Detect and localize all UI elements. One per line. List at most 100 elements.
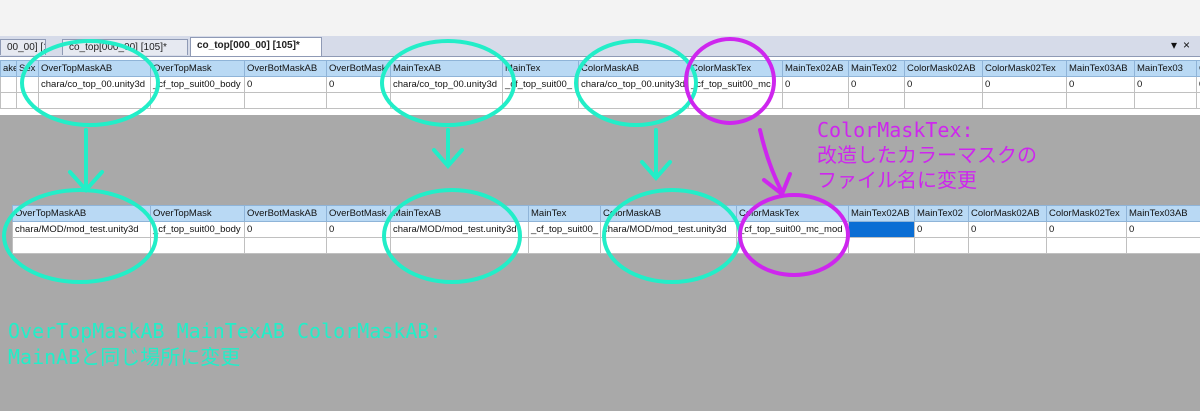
grid-cell-1[interactable]: _cf_top_suit00_body bbox=[150, 221, 245, 238]
grid-cell-5[interactable]: 0 bbox=[326, 76, 391, 93]
column-header-11[interactable]: MainTex02 bbox=[848, 60, 905, 77]
grid-cell-empty[interactable] bbox=[150, 237, 245, 254]
grid-cell-empty[interactable] bbox=[968, 237, 1047, 254]
table-row-empty[interactable] bbox=[12, 237, 1200, 254]
grid-cell-empty[interactable] bbox=[390, 237, 529, 254]
grid-cell-empty[interactable] bbox=[390, 92, 503, 109]
grid-cell-empty[interactable] bbox=[528, 237, 601, 254]
grid-cell-4[interactable]: chara/MOD/mod_test.unity3d bbox=[390, 221, 529, 238]
column-header-4[interactable]: OverBotMaskAB bbox=[244, 60, 327, 77]
grid-cell-empty[interactable] bbox=[12, 237, 151, 254]
column-header-7[interactable]: MainTex bbox=[502, 60, 579, 77]
table-row[interactable]: chara/co_top_00.unity3d _cf_top_suit00_bo… bbox=[0, 76, 1200, 93]
grid-cell-12[interactable]: 0 bbox=[1126, 221, 1200, 238]
column-header-5[interactable]: MainTex bbox=[528, 205, 601, 222]
grid-cell-empty[interactable] bbox=[1126, 237, 1200, 254]
grid-cell-7[interactable]: _cf_top_suit00_ bbox=[502, 76, 579, 93]
grid-cell-empty[interactable] bbox=[688, 92, 783, 109]
column-header-3[interactable]: OverBotMask bbox=[326, 205, 391, 222]
column-header-9[interactable]: MainTex02 bbox=[914, 205, 969, 222]
grid-cell-empty[interactable] bbox=[1066, 92, 1135, 109]
grid-cell-empty[interactable] bbox=[150, 92, 245, 109]
grid-cell-11[interactable]: 0 bbox=[848, 76, 905, 93]
column-header-15[interactable]: MainTex03 bbox=[1134, 60, 1197, 77]
grid-cell-empty[interactable] bbox=[578, 92, 689, 109]
grid-cell-13[interactable]: 0 bbox=[982, 76, 1067, 93]
grid-cell-2[interactable]: 0 bbox=[244, 221, 327, 238]
grid-cell-2[interactable]: chara/co_top_00.unity3d bbox=[38, 76, 151, 93]
grid-cell-empty[interactable] bbox=[326, 237, 391, 254]
column-header-11[interactable]: ColorMask02Tex bbox=[1046, 205, 1127, 222]
grid-cell-8[interactable] bbox=[848, 221, 915, 238]
column-header-0[interactable]: OverTopMaskAB bbox=[12, 205, 151, 222]
column-header-7[interactable]: ColorMaskTex bbox=[736, 205, 849, 222]
grid-cell-empty[interactable] bbox=[904, 92, 983, 109]
close-icon[interactable]: × bbox=[1183, 38, 1190, 52]
grid-cell-10[interactable]: 0 bbox=[968, 221, 1047, 238]
grid-cell-10[interactable]: 0 bbox=[782, 76, 849, 93]
column-header-2[interactable]: OverBotMaskAB bbox=[244, 205, 327, 222]
column-header-6[interactable]: MainTexAB bbox=[390, 60, 503, 77]
grid-cell-empty[interactable] bbox=[848, 92, 905, 109]
grid-cell-empty[interactable] bbox=[736, 237, 849, 254]
grid-cell-empty[interactable] bbox=[914, 237, 969, 254]
tab-2[interactable]: co_top[000_00] [105]* bbox=[62, 39, 188, 55]
column-header-8[interactable]: ColorMaskAB bbox=[578, 60, 689, 77]
grid-cell-1[interactable] bbox=[16, 76, 39, 93]
column-header-1[interactable]: OverTopMask bbox=[150, 205, 245, 222]
column-header-9[interactable]: ColorMaskTex bbox=[688, 60, 783, 77]
column-header-12[interactable]: MainTex03AB bbox=[1126, 205, 1200, 222]
grid-cell-12[interactable]: 0 bbox=[904, 76, 983, 93]
grid-cell-9[interactable]: 0 bbox=[914, 221, 969, 238]
grid-cell-3[interactable]: 0 bbox=[326, 221, 391, 238]
tab-1[interactable]: 00_00] [105] bbox=[0, 39, 46, 55]
arrow-down-colormasktex bbox=[758, 128, 792, 198]
grid-cell-3[interactable]: _cf_top_suit00_body bbox=[150, 76, 245, 93]
grid-cell-0[interactable] bbox=[0, 76, 17, 93]
grid-cell-empty[interactable] bbox=[1196, 92, 1200, 109]
grid-cell-6[interactable]: chara/MOD/mod_test.unity3d bbox=[600, 221, 737, 238]
grid-cell-9[interactable]: _cf_top_suit00_mc bbox=[688, 76, 783, 93]
column-header-4[interactable]: MainTexAB bbox=[390, 205, 529, 222]
grid-cell-empty[interactable] bbox=[502, 92, 579, 109]
grid-cell-empty[interactable] bbox=[38, 92, 151, 109]
grid-cell-6[interactable]: chara/co_top_00.unity3d bbox=[390, 76, 503, 93]
grid-cell-empty[interactable] bbox=[0, 92, 17, 109]
grid-cell-empty[interactable] bbox=[244, 92, 327, 109]
tab-active[interactable]: co_top[000_00] [105]* bbox=[190, 37, 322, 56]
tab-list-dropdown-icon[interactable]: ▾ × bbox=[1171, 38, 1190, 52]
table-row[interactable]: chara/MOD/mod_test.unity3d _cf_top_suit00… bbox=[12, 221, 1200, 238]
table-row-empty[interactable] bbox=[0, 92, 1200, 109]
column-header-12[interactable]: ColorMask02AB bbox=[904, 60, 983, 77]
grid-cell-empty[interactable] bbox=[982, 92, 1067, 109]
column-header-13[interactable]: ColorMask02Tex bbox=[982, 60, 1067, 77]
grid-cell-15[interactable]: 0 bbox=[1134, 76, 1197, 93]
column-header-3[interactable]: OverTopMask bbox=[150, 60, 245, 77]
grid-cell-11[interactable]: 0 bbox=[1046, 221, 1127, 238]
column-header-1[interactable]: Sex bbox=[16, 60, 39, 77]
grid-cell-5[interactable]: _cf_top_suit00_ bbox=[528, 221, 601, 238]
column-header-8[interactable]: MainTex02AB bbox=[848, 205, 915, 222]
column-header-0[interactable]: ake bbox=[0, 60, 17, 77]
grid-cell-empty[interactable] bbox=[326, 92, 391, 109]
column-header-10[interactable]: MainTex02AB bbox=[782, 60, 849, 77]
column-header-6[interactable]: ColorMaskAB bbox=[600, 205, 737, 222]
grid-cell-empty[interactable] bbox=[848, 237, 915, 254]
grid-cell-7[interactable]: _cf_top_suit00_mc_mod bbox=[736, 221, 849, 238]
grid-cell-14[interactable]: 0 bbox=[1066, 76, 1135, 93]
column-header-5[interactable]: OverBotMask bbox=[326, 60, 391, 77]
grid-cell-empty[interactable] bbox=[782, 92, 849, 109]
grid-cell-8[interactable]: chara/co_top_00.unity3d bbox=[578, 76, 689, 93]
column-header-10[interactable]: ColorMask02AB bbox=[968, 205, 1047, 222]
grid-cell-0[interactable]: chara/MOD/mod_test.unity3d bbox=[12, 221, 151, 238]
grid-cell-4[interactable]: 0 bbox=[244, 76, 327, 93]
grid-cell-empty[interactable] bbox=[1046, 237, 1127, 254]
grid-cell-empty[interactable] bbox=[244, 237, 327, 254]
grid-cell-empty[interactable] bbox=[600, 237, 737, 254]
column-header-2[interactable]: OverTopMaskAB bbox=[38, 60, 151, 77]
column-header-16[interactable]: Co bbox=[1196, 60, 1200, 77]
grid-cell-empty[interactable] bbox=[1134, 92, 1197, 109]
column-header-14[interactable]: MainTex03AB bbox=[1066, 60, 1135, 77]
grid-cell-empty[interactable] bbox=[16, 92, 39, 109]
grid-cell-16[interactable]: 0 bbox=[1196, 76, 1200, 93]
